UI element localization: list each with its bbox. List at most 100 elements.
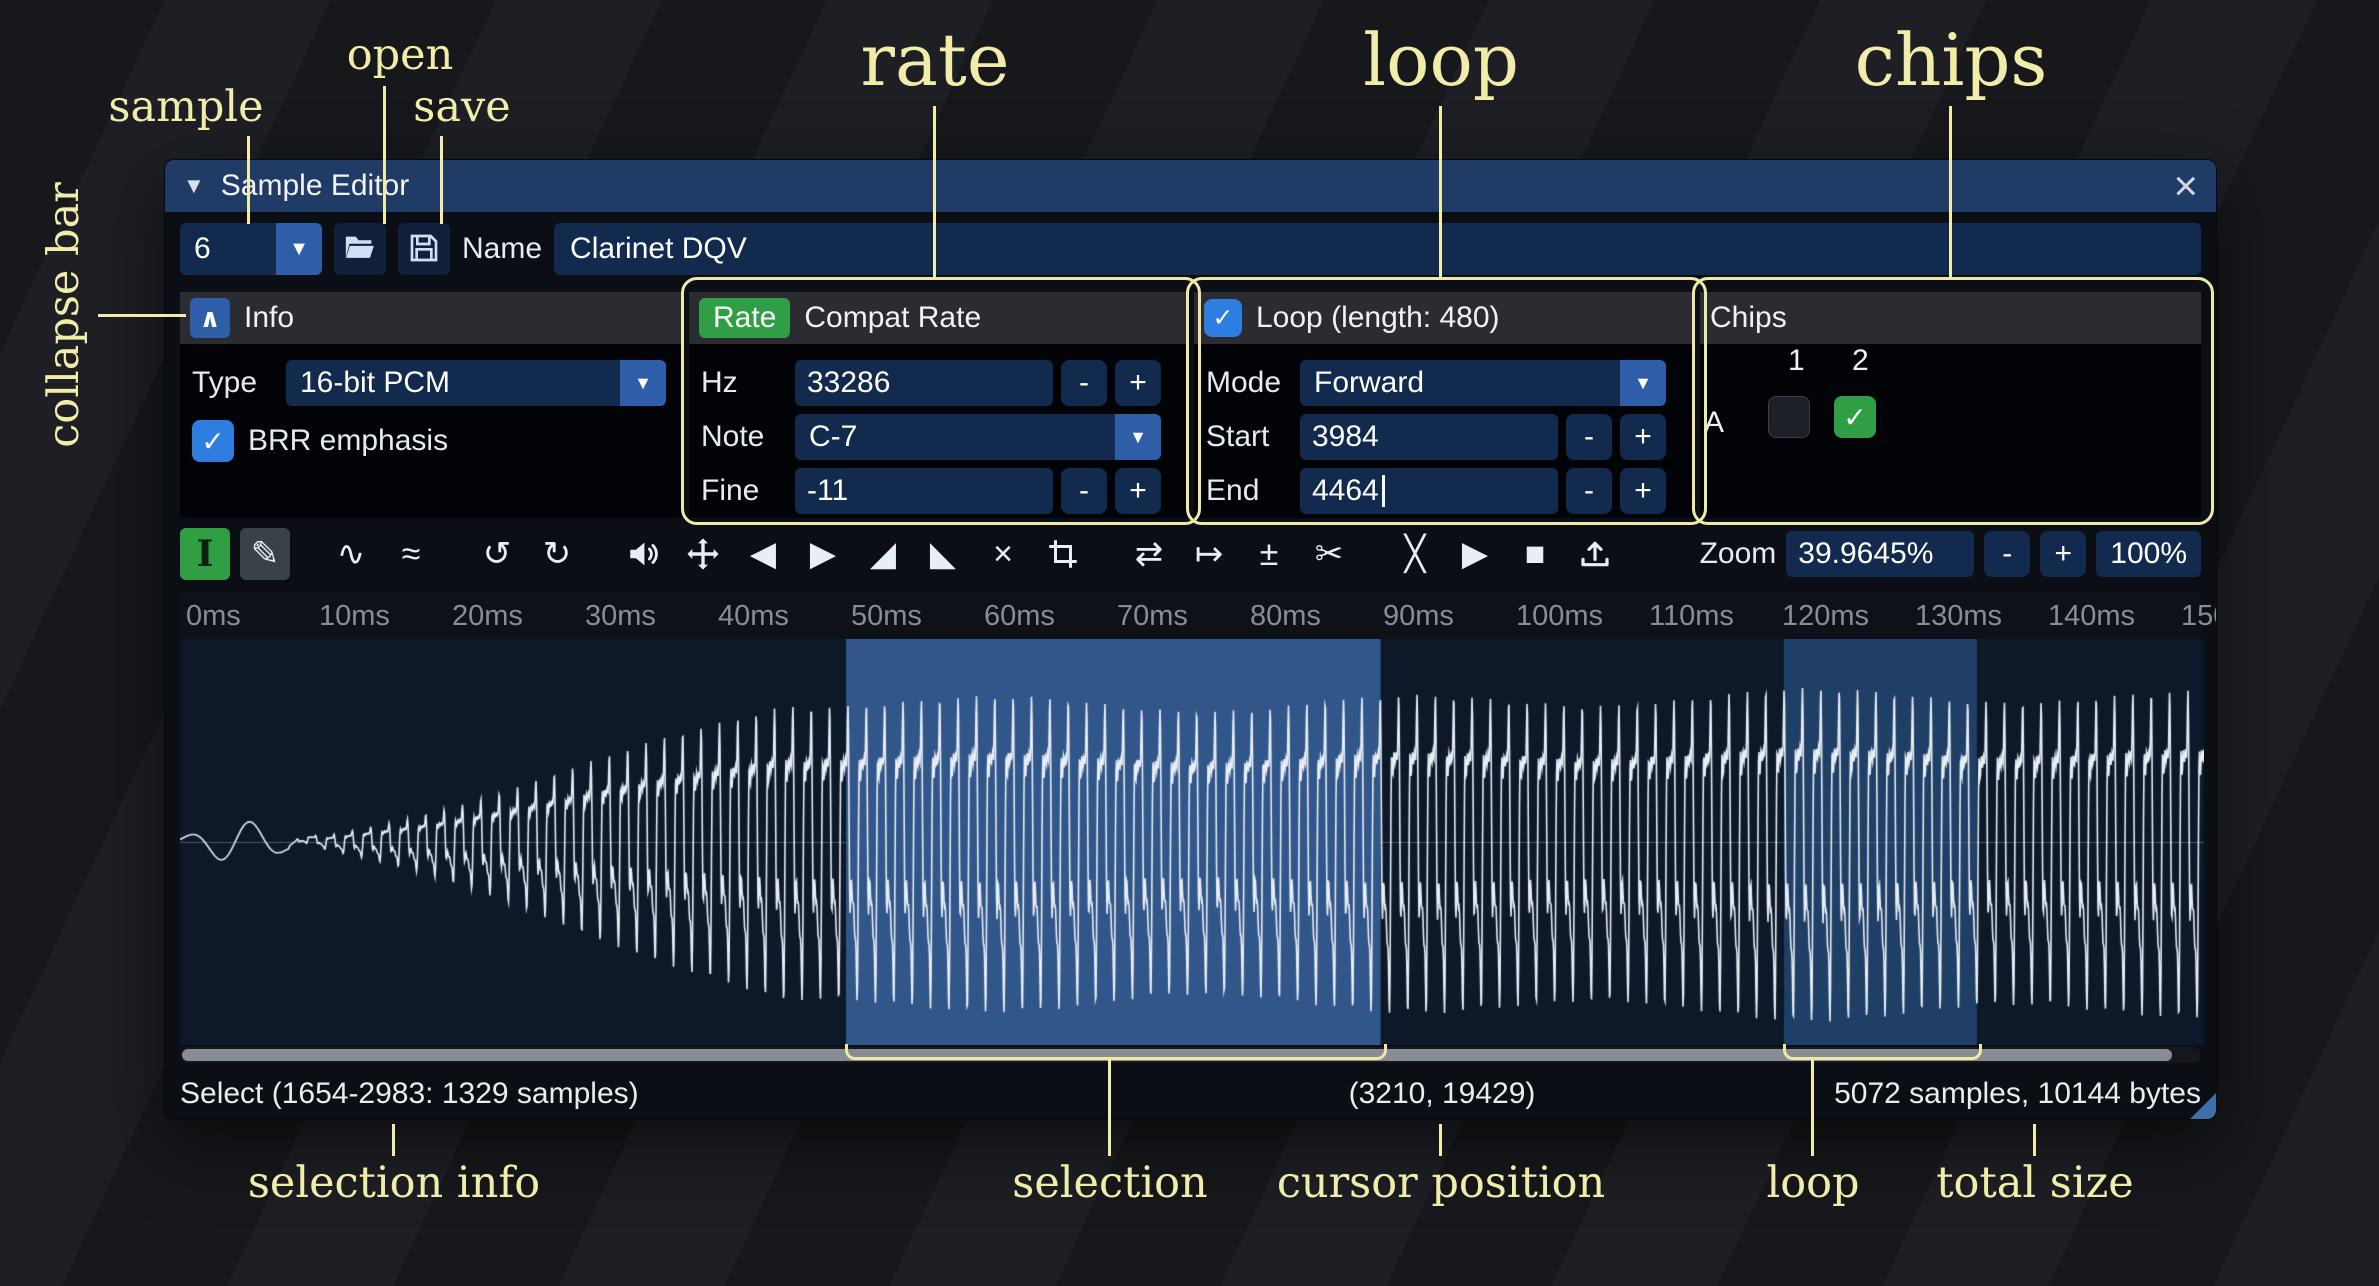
crossfade-button[interactable]: ╳ (1390, 528, 1440, 580)
rate-section: Rate Compat Rate Hz 33286 - + Note C-7 (689, 292, 1189, 518)
amplify-button[interactable] (618, 528, 668, 580)
hz-input[interactable]: 33286 (795, 360, 1053, 406)
rate-badge[interactable]: Rate (699, 298, 790, 338)
hz-decrease-button[interactable]: - (1061, 360, 1107, 406)
insert-arrow-icon: ↦ (1195, 534, 1224, 574)
note-select[interactable]: C-7 ▼ (795, 414, 1161, 460)
annotation-line-chips (1949, 106, 1952, 278)
triangle-left-icon: ◀ (750, 534, 776, 574)
close-icon[interactable]: × (2173, 165, 2198, 207)
resize-grip[interactable] (2190, 1093, 2216, 1119)
zoom-value: 39.9645% (1798, 537, 1933, 571)
waveform-view[interactable] (180, 639, 2204, 1045)
draw-mode-button[interactable]: ✎ (240, 528, 290, 580)
loop-start-increase-button[interactable]: + (1620, 414, 1666, 460)
zoom-input[interactable]: 39.9645% (1786, 531, 1974, 577)
status-selection-info: Select (1654-2983: 1329 samples) (180, 1077, 639, 1111)
chip-1-checkbox[interactable] (1768, 396, 1810, 438)
name-input[interactable]: Clarinet DQV (554, 223, 2201, 275)
apply-silence-button[interactable]: ↦ (1184, 528, 1234, 580)
annotation-line-rate (933, 106, 936, 278)
fine-label: Fine (701, 474, 787, 508)
chips-body: 1 2 A ✓ (1700, 344, 2201, 518)
redo-button[interactable]: ↻ (532, 528, 582, 580)
loop-start-input[interactable]: 3984 (1300, 414, 1558, 460)
zoom-out-button[interactable]: - (1984, 531, 2030, 577)
chips-section: Chips 1 2 A ✓ (1700, 292, 2201, 518)
fine-increase-button[interactable]: + (1115, 468, 1161, 514)
sample-number-select[interactable]: 6 ▼ (180, 223, 322, 275)
loop-enable-checkbox[interactable]: ✓ (1204, 299, 1242, 337)
loop-mode-select[interactable]: Forward ▼ (1300, 360, 1666, 406)
annotation-cursor-position: cursor position (1277, 1158, 1605, 1208)
name-value: Clarinet DQV (570, 232, 747, 266)
timeline-ruler[interactable]: 0ms10ms20ms30ms40ms50ms60ms70ms80ms90ms1… (180, 592, 2201, 639)
chevron-down-icon[interactable]: ▼ (620, 360, 666, 406)
ruler-label: 60ms (984, 600, 1055, 633)
stop-preview-button[interactable]: ■ (1510, 528, 1560, 580)
plus-minus-icon: ± (1260, 535, 1279, 574)
trim-button[interactable] (1038, 528, 1088, 580)
check-icon: ✓ (1213, 303, 1234, 333)
zoom-reset-button[interactable]: 100% (2096, 531, 2201, 577)
annotation-line-open (383, 86, 386, 224)
hz-label: Hz (701, 366, 787, 400)
resample-button[interactable]: ∿ (326, 528, 376, 580)
chevron-down-icon[interactable]: ▼ (1620, 360, 1666, 406)
ruler-label: 120ms (1782, 600, 1869, 633)
zoom-in-button[interactable]: + (2040, 531, 2086, 577)
chip-column-2: 2 (1852, 344, 1869, 378)
wave-normalize-icon: ≈ (402, 535, 421, 574)
info-body: Type 16-bit PCM ▼ ✓ BRR emphasis (180, 344, 684, 518)
sign-button[interactable]: ± (1244, 528, 1294, 580)
info-header: ∧ Info (180, 292, 684, 344)
check-icon: ✓ (201, 425, 224, 458)
preview-button[interactable]: ▶ (1450, 528, 1500, 580)
annotated-screenshot: sample open save rate loop chips collaps… (0, 0, 2379, 1286)
create-instrument-button[interactable] (1570, 528, 1620, 580)
reverse-button[interactable]: ◀ (738, 528, 788, 580)
open-button[interactable] (334, 223, 386, 275)
sample-type-select[interactable]: 16-bit PCM ▼ (286, 360, 666, 406)
sections-row: ∧ Info Type 16-bit PCM ▼ ✓ BRR emphasis (180, 292, 2201, 518)
fine-input[interactable]: -11 (795, 468, 1053, 514)
loop-start-decrease-button[interactable]: - (1566, 414, 1612, 460)
chevron-up-icon: ∧ (199, 303, 220, 334)
brr-emphasis-checkbox[interactable]: ✓ (192, 420, 234, 462)
annotation-line-collapse-bar (98, 314, 186, 317)
invert-button[interactable]: ▶ (798, 528, 848, 580)
fine-decrease-button[interactable]: - (1061, 468, 1107, 514)
loop-end-input[interactable]: 4464 (1300, 468, 1558, 514)
chips-header: Chips (1700, 292, 2201, 344)
crop-icon (1048, 539, 1078, 569)
insert-silence-button[interactable]: ⇄ (1124, 528, 1174, 580)
fade-in-button[interactable]: ◢ (858, 528, 908, 580)
collapse-bar-button[interactable]: ∧ (190, 298, 230, 338)
zoom-label: Zoom (1700, 537, 1777, 571)
text-caret (1382, 475, 1385, 507)
loop-section: ✓ Loop (length: 480) Mode Forward ▼ Star… (1194, 292, 1695, 518)
titlebar[interactable]: ▼ Sample Editor × (165, 160, 2216, 212)
chevron-down-icon[interactable]: ▼ (276, 223, 322, 275)
rate-header: Rate Compat Rate (689, 292, 1189, 344)
undo-button[interactable]: ↺ (472, 528, 522, 580)
chevron-down-icon[interactable]: ▼ (1115, 414, 1161, 460)
info-title: Info (244, 301, 294, 335)
loop-end-decrease-button[interactable]: - (1566, 468, 1612, 514)
ruler-label: 40ms (718, 600, 789, 633)
ruler-label: 50ms (851, 600, 922, 633)
delete-button[interactable]: × (978, 528, 1028, 580)
fade-out-button[interactable]: ◣ (918, 528, 968, 580)
annotation-sample: sample (108, 82, 263, 132)
save-button[interactable] (398, 223, 450, 275)
chip-2-checkbox[interactable]: ✓ (1834, 396, 1876, 438)
filter-button[interactable]: ✂ (1304, 528, 1354, 580)
collapse-window-icon[interactable]: ▼ (183, 173, 205, 199)
hz-increase-button[interactable]: + (1115, 360, 1161, 406)
hz-value: 33286 (807, 366, 890, 400)
normalize-button[interactable]: ≈ (386, 528, 436, 580)
select-mode-button[interactable]: I (180, 528, 230, 580)
resize-button[interactable] (678, 528, 728, 580)
loop-end-increase-button[interactable]: + (1620, 468, 1666, 514)
annotation-line-cursor-position (1439, 1124, 1442, 1156)
